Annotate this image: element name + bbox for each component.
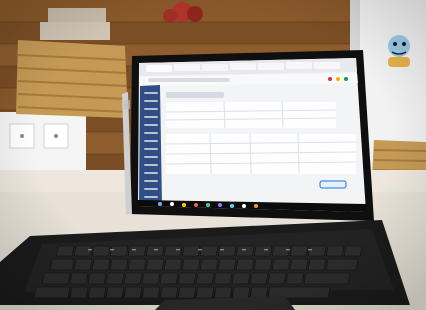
scene-illustration [0, 0, 426, 310]
photo-scene [0, 0, 426, 310]
